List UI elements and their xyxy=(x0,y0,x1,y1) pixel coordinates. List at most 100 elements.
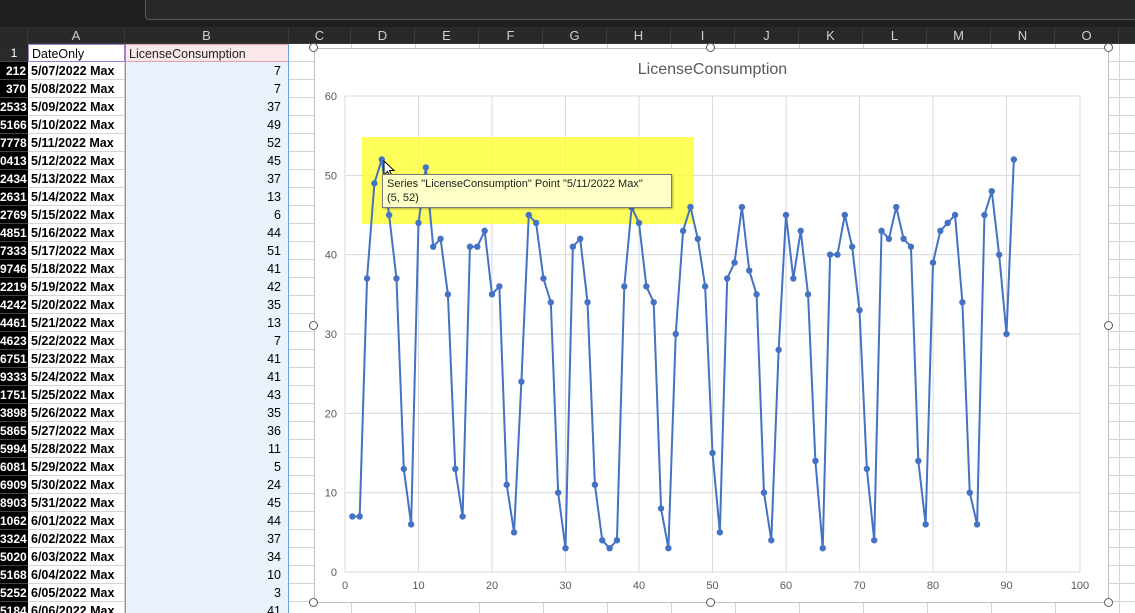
cell-value[interactable]: 7 xyxy=(125,332,289,350)
data-point[interactable] xyxy=(430,243,437,250)
cell-value[interactable]: 6 xyxy=(125,206,289,224)
data-point[interactable] xyxy=(856,307,863,314)
chart-object[interactable]: 0 10 20 30 40 50 60 70 80 90 100 0 10 20 30 40 50 60 Lice… xyxy=(314,48,1109,603)
cell-value[interactable]: 51 xyxy=(125,242,289,260)
data-point[interactable] xyxy=(768,537,775,544)
cell-value[interactable]: 7 xyxy=(125,62,289,80)
row-number[interactable]: 7333 xyxy=(0,242,28,260)
column-header-i[interactable]: I xyxy=(671,27,735,44)
data-point[interactable] xyxy=(951,211,959,219)
cell-date[interactable]: 5/10/2022 Max xyxy=(28,116,125,134)
cell-date[interactable]: 5/21/2022 Max xyxy=(28,314,125,332)
row-number[interactable]: 9333 xyxy=(0,368,28,386)
data-point[interactable] xyxy=(797,227,804,235)
resize-handle-middle-right[interactable] xyxy=(1104,321,1113,330)
data-point[interactable] xyxy=(679,227,687,235)
row-number[interactable]: 8903 xyxy=(0,494,28,512)
data-point[interactable] xyxy=(363,275,371,282)
data-point[interactable] xyxy=(621,283,628,290)
data-point[interactable] xyxy=(944,219,951,227)
column-header-m[interactable]: M xyxy=(927,27,991,44)
cell-value[interactable]: 13 xyxy=(125,188,289,206)
data-point[interactable] xyxy=(488,291,496,298)
row-number[interactable]: 5168 xyxy=(0,566,28,584)
row-number[interactable]: 2219 xyxy=(0,278,28,296)
data-point[interactable] xyxy=(782,211,790,219)
data-point[interactable] xyxy=(525,211,532,219)
cell-date[interactable]: 5/22/2022 Max xyxy=(28,332,125,350)
data-point[interactable] xyxy=(474,243,481,250)
column-header-l[interactable]: L xyxy=(863,27,927,44)
data-point[interactable] xyxy=(562,545,569,552)
cell-value[interactable]: 10 xyxy=(125,566,289,584)
data-point[interactable] xyxy=(452,465,459,473)
data-point[interactable] xyxy=(518,378,525,385)
data-point[interactable] xyxy=(878,227,885,235)
data-point[interactable] xyxy=(922,521,929,528)
data-point[interactable] xyxy=(496,283,503,290)
cell-date[interactable]: 5/24/2022 Max xyxy=(28,368,125,386)
data-point[interactable] xyxy=(841,211,848,219)
row-number[interactable]: 4623 xyxy=(0,332,28,350)
cell-date[interactable]: 5/11/2022 Max xyxy=(28,134,125,152)
column-header-o[interactable]: O xyxy=(1055,27,1119,44)
resize-handle-top-left[interactable] xyxy=(309,43,318,52)
row-number[interactable]: 212 xyxy=(0,62,28,80)
data-point[interactable] xyxy=(988,188,995,195)
data-point[interactable] xyxy=(724,275,731,282)
column-header-n[interactable]: N xyxy=(991,27,1055,44)
data-point[interactable] xyxy=(437,235,444,242)
column-header-e[interactable]: E xyxy=(415,27,479,44)
cell-value[interactable]: 45 xyxy=(125,494,289,512)
data-point[interactable] xyxy=(694,235,701,242)
data-point[interactable] xyxy=(716,529,724,536)
row-number[interactable]: 6909 xyxy=(0,476,28,494)
data-point[interactable] xyxy=(599,537,606,544)
cell-value[interactable]: 35 xyxy=(125,296,289,314)
cell-date[interactable]: 5/16/2022 Max xyxy=(28,224,125,242)
data-point[interactable] xyxy=(577,235,584,242)
row-number[interactable]: 4851 xyxy=(0,224,28,242)
row-number[interactable]: 6081 xyxy=(0,458,28,476)
data-point[interactable] xyxy=(959,299,966,306)
data-point[interactable] xyxy=(687,203,694,211)
row-number[interactable]: 5184 xyxy=(0,602,28,613)
data-point[interactable] xyxy=(804,291,812,298)
row-number[interactable]: 5865 xyxy=(0,422,28,440)
cell-value[interactable]: 43 xyxy=(125,386,289,404)
data-point[interactable] xyxy=(709,449,716,457)
row-number[interactable]: 4242 xyxy=(0,296,28,314)
data-point[interactable] xyxy=(812,457,819,465)
cell-value[interactable]: 41 xyxy=(125,368,289,386)
cell-date[interactable]: 6/02/2022 Max xyxy=(28,530,125,548)
resize-handle-bottom-left[interactable] xyxy=(309,598,318,607)
column-header-b[interactable]: B xyxy=(125,27,289,44)
cell-date[interactable]: 5/23/2022 Max xyxy=(28,350,125,368)
data-point[interactable] xyxy=(459,513,466,520)
data-point[interactable] xyxy=(973,521,981,528)
data-point[interactable] xyxy=(929,259,937,266)
cell-date[interactable]: 5/20/2022 Max xyxy=(28,296,125,314)
cell-value[interactable]: 41 xyxy=(125,260,289,278)
row-number[interactable]: 5252 xyxy=(0,584,28,602)
resize-handle-top-center[interactable] xyxy=(706,43,715,52)
cell-date[interactable]: 6/04/2022 Max xyxy=(28,566,125,584)
resize-handle-bottom-center[interactable] xyxy=(706,598,715,607)
data-point[interactable] xyxy=(613,537,621,544)
row-number[interactable]: 5994 xyxy=(0,440,28,458)
cell-value[interactable]: 3 xyxy=(125,584,289,602)
column-header-k[interactable]: K xyxy=(799,27,863,44)
row-number[interactable]: 2434 xyxy=(0,170,28,188)
chart-title[interactable]: LicenseConsumption xyxy=(315,61,1110,79)
column-header-h[interactable]: H xyxy=(607,27,671,44)
cell-value[interactable]: 37 xyxy=(125,530,289,548)
cell-date[interactable]: 5/27/2022 Max xyxy=(28,422,125,440)
cell-value[interactable]: 42 xyxy=(125,278,289,296)
row-number[interactable]: 0413 xyxy=(0,152,28,170)
data-point[interactable] xyxy=(672,330,679,338)
cell-date[interactable]: 5/30/2022 Max xyxy=(28,476,125,494)
data-point[interactable] xyxy=(885,235,893,242)
data-point[interactable] xyxy=(834,251,841,258)
data-point[interactable] xyxy=(665,545,672,552)
data-point[interactable] xyxy=(995,251,1003,258)
